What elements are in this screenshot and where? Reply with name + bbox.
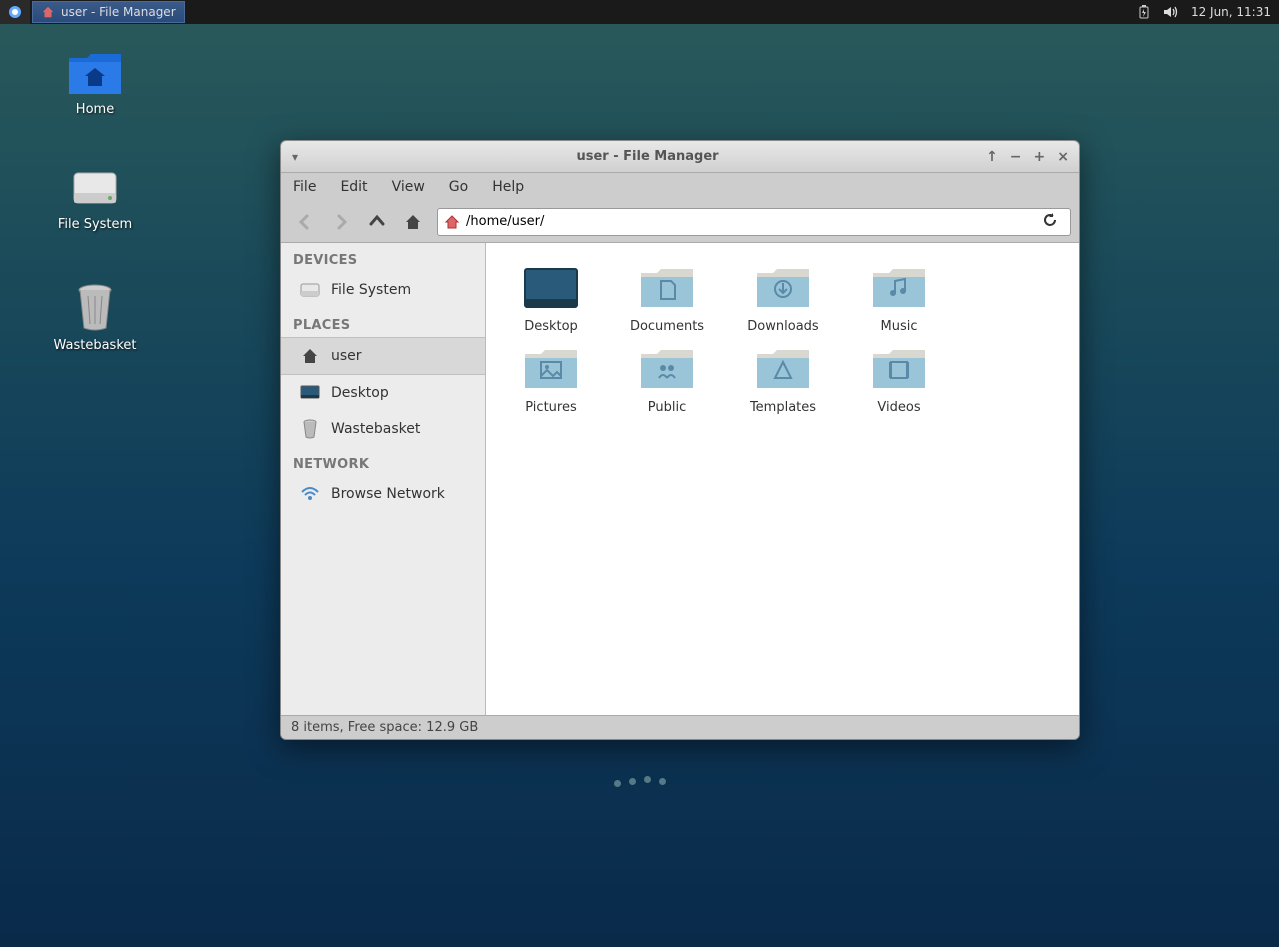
downloads-folder-icon [751,263,815,313]
menu-go[interactable]: Go [449,179,468,195]
file-item-public[interactable]: Public [618,344,716,415]
taskbar-item-file-manager[interactable]: user - File Manager [32,1,185,23]
statusbar: 8 items, Free space: 12.9 GB [281,715,1079,739]
sidebar-item-label: File System [331,282,411,298]
file-item-desktop[interactable]: Desktop [502,263,600,334]
file-item-downloads[interactable]: Downloads [734,263,832,334]
taskbar-item-label: user - File Manager [61,5,176,19]
desktop-icon-home[interactable]: Home [40,50,150,117]
trash-icon [302,419,318,439]
trash-icon [74,282,116,332]
sidebar-item-desktop[interactable]: Desktop [281,375,485,411]
file-label: Templates [750,400,816,415]
home-button[interactable] [397,206,429,238]
sidebar-cat-network: NETWORK [281,447,485,476]
file-item-music[interactable]: Music [850,263,948,334]
drive-icon [70,167,120,211]
sidebar-item-browse-network[interactable]: Browse Network [281,476,485,512]
forward-button[interactable] [325,206,357,238]
arrow-up-icon [367,212,387,232]
desktop-icons: Home File System Wastebasket [40,50,150,353]
shade-button[interactable]: ↑ [986,149,998,165]
file-item-videos[interactable]: Videos [850,344,948,415]
sidebar-cat-devices: DEVICES [281,243,485,272]
public-folder-icon [635,344,699,394]
window-controls: ↑ − + × [986,149,1079,165]
music-folder-icon [867,263,931,313]
menu-help[interactable]: Help [492,179,524,195]
address-input[interactable] [466,214,1030,229]
home-icon [444,214,460,230]
desktop-icon-label: Wastebasket [53,338,136,353]
home-icon [403,212,423,232]
maximize-button[interactable]: + [1034,149,1046,165]
mouse-icon [7,4,23,20]
sidebar-item-wastebasket[interactable]: Wastebasket [281,411,485,447]
desktop-icon [300,385,320,401]
minimize-button[interactable]: − [1010,149,1022,165]
sidebar-item-label: Wastebasket [331,421,420,437]
templates-folder-icon [751,344,815,394]
file-label: Downloads [747,319,818,334]
top-panel: user - File Manager 12 Jun, 11:31 [0,0,1279,24]
refresh-icon [1042,212,1058,228]
clock[interactable]: 12 Jun, 11:31 [1191,5,1271,19]
volume-icon[interactable] [1163,5,1179,19]
videos-folder-icon [867,344,931,394]
sidebar: DEVICES File System PLACES user Desktop … [281,243,486,715]
menu-edit[interactable]: Edit [340,179,367,195]
file-label: Pictures [525,400,576,415]
xfce-menu-button[interactable] [0,0,30,24]
home-icon [301,347,319,365]
window-body: DEVICES File System PLACES user Desktop … [281,243,1079,715]
menu-file[interactable]: File [293,179,316,195]
menu-view[interactable]: View [392,179,425,195]
documents-folder-icon [635,263,699,313]
file-label: Public [648,400,686,415]
file-item-pictures[interactable]: Pictures [502,344,600,415]
desktop-icon-label: File System [58,217,132,232]
menubar: File Edit View Go Help [281,173,1079,201]
close-button[interactable]: × [1057,149,1069,165]
address-bar [437,208,1071,236]
desktop-folder-icon [519,263,583,313]
home-folder-icon [67,50,123,96]
arrow-left-icon [295,212,315,232]
status-text: 8 items, Free space: 12.9 GB [291,720,478,735]
sidebar-item-label: Desktop [331,385,389,401]
file-item-templates[interactable]: Templates [734,344,832,415]
sidebar-item-filesystem[interactable]: File System [281,272,485,308]
loading-spinner [614,778,666,785]
toolbar [281,201,1079,243]
drive-icon [300,282,320,298]
back-button[interactable] [289,206,321,238]
panel-left: user - File Manager [0,0,185,24]
titlebar[interactable]: ▾ user - File Manager ↑ − + × [281,141,1079,173]
wifi-icon [300,486,320,502]
file-label: Documents [630,319,704,334]
window-menu-button[interactable]: ▾ [281,150,309,164]
file-label: Music [881,319,918,334]
window-title: user - File Manager [309,149,986,164]
desktop-icon-wastebasket[interactable]: Wastebasket [40,282,150,353]
pictures-folder-icon [519,344,583,394]
panel-right: 12 Jun, 11:31 [1137,5,1279,19]
up-button[interactable] [361,206,393,238]
desktop-icon-label: Home [76,102,114,117]
file-view[interactable]: Desktop Documents Downloads Music Pictures Pu… [486,243,1079,715]
sidebar-item-label: user [331,348,362,364]
sidebar-item-user[interactable]: user [281,337,485,375]
file-label: Videos [877,400,920,415]
file-item-documents[interactable]: Documents [618,263,716,334]
sidebar-item-label: Browse Network [331,486,445,502]
battery-icon[interactable] [1137,5,1151,19]
file-manager-window: ▾ user - File Manager ↑ − + × File Edit … [280,140,1080,740]
sidebar-cat-places: PLACES [281,308,485,337]
file-label: Desktop [524,319,578,334]
home-icon [41,5,55,19]
arrow-right-icon [331,212,351,232]
refresh-button[interactable] [1036,212,1064,232]
desktop-icon-filesystem[interactable]: File System [40,167,150,232]
